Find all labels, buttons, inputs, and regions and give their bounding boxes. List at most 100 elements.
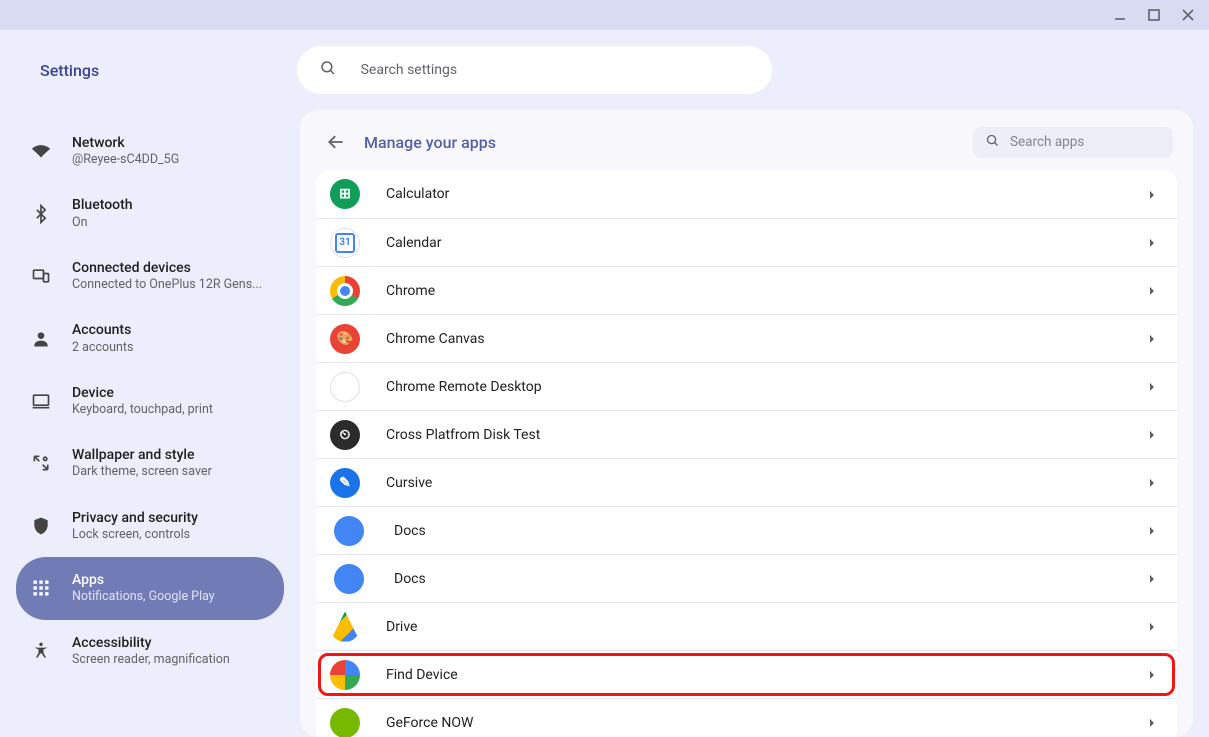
sidebar-item-apps[interactable]: AppsNotifications, Google Play xyxy=(16,557,284,619)
app-row-docs-1[interactable]: Docs xyxy=(316,506,1177,554)
search-settings[interactable] xyxy=(297,46,772,94)
sidebar-item-privacy[interactable]: Privacy and securityLock screen, control… xyxy=(16,495,284,557)
app-icon-docs-2 xyxy=(334,564,364,594)
app-icon-docs-1 xyxy=(334,516,364,546)
app-name-label: GeForce NOW xyxy=(386,715,1121,731)
chevron-right-icon xyxy=(1147,425,1157,444)
app-icon-cross-platform-disk-test: ⏲ xyxy=(330,420,360,450)
sidebar-item-subtitle: Notifications, Google Play xyxy=(72,589,215,605)
sidebar-item-title: Network xyxy=(72,134,179,152)
header: Settings xyxy=(0,30,1209,110)
sidebar-item-subtitle: Lock screen, controls xyxy=(72,527,198,543)
app-name-label: Find Device xyxy=(386,667,1121,683)
chevron-right-icon xyxy=(1147,329,1157,348)
app-name-label: Chrome Canvas xyxy=(386,331,1121,347)
chevron-right-icon xyxy=(1147,281,1157,300)
search-apps-input[interactable] xyxy=(1010,134,1187,150)
apps-list: ⊞ Calculator 31 Calendar Chrome 🎨 Chrome Canva… xyxy=(316,170,1177,737)
app-name-label: Drive xyxy=(386,619,1121,635)
app-name-label: Docs xyxy=(394,523,1121,539)
sidebar-item-subtitle: On xyxy=(72,215,133,231)
app-row-geforce-now[interactable]: GeForce NOW xyxy=(316,698,1177,737)
chevron-right-icon xyxy=(1147,617,1157,636)
search-icon xyxy=(985,133,1000,152)
sidebar: Network@Reyee-sC4DD_5GBluetoothOnConnect… xyxy=(0,110,300,737)
app-row-calculator[interactable]: ⊞ Calculator xyxy=(316,170,1177,218)
sidebar-item-title: Accounts xyxy=(72,321,133,339)
sidebar-item-accessibility[interactable]: AccessibilityScreen reader, magnificatio… xyxy=(16,620,284,682)
app-icon-cursive: ✎ xyxy=(330,468,360,498)
maximize-button[interactable] xyxy=(1145,6,1163,24)
app-icon-chrome xyxy=(330,276,360,306)
sidebar-item-network[interactable]: Network@Reyee-sC4DD_5G xyxy=(16,120,284,182)
app-row-chrome-canvas[interactable]: 🎨 Chrome Canvas xyxy=(316,314,1177,362)
chevron-right-icon xyxy=(1147,665,1157,684)
sidebar-item-subtitle: 2 accounts xyxy=(72,340,133,356)
window-titlebar xyxy=(0,0,1209,30)
minimize-button[interactable] xyxy=(1111,6,1129,24)
sidebar-item-title: Bluetooth xyxy=(72,196,133,214)
sidebar-item-subtitle: Connected to OnePlus 12R Gens... xyxy=(72,277,262,293)
chevron-right-icon xyxy=(1147,713,1157,732)
wallpaper-icon xyxy=(30,452,52,474)
app-row-chrome[interactable]: Chrome xyxy=(316,266,1177,314)
sidebar-item-bluetooth[interactable]: BluetoothOn xyxy=(16,182,284,244)
app-icon-calendar: 31 xyxy=(330,228,360,258)
app-row-calendar[interactable]: 31 Calendar xyxy=(316,218,1177,266)
device-icon xyxy=(30,390,52,412)
sidebar-item-accounts[interactable]: Accounts2 accounts xyxy=(16,307,284,369)
sidebar-item-title: Apps xyxy=(72,571,215,589)
sidebar-item-subtitle: Dark theme, screen saver xyxy=(72,464,212,480)
app-row-chrome-remote-desktop[interactable]: 🖥 Chrome Remote Desktop xyxy=(316,362,1177,410)
sidebar-item-title: Privacy and security xyxy=(72,509,198,527)
app-name-label: Docs xyxy=(394,571,1121,587)
sidebar-item-subtitle: Keyboard, touchpad, print xyxy=(72,402,213,418)
app-title: Settings xyxy=(40,61,99,80)
chevron-right-icon xyxy=(1147,473,1157,492)
app-row-cursive[interactable]: ✎ Cursive xyxy=(316,458,1177,506)
sidebar-item-title: Accessibility xyxy=(72,634,230,652)
sidebar-item-subtitle: @Reyee-sC4DD_5G xyxy=(72,152,179,168)
sidebar-item-title: Wallpaper and style xyxy=(72,446,212,464)
main-panel: Manage your apps ⊞ Calculator 31 Calendar Ch… xyxy=(300,110,1193,737)
sidebar-item-title: Connected devices xyxy=(72,259,262,277)
app-name-label: Chrome xyxy=(386,283,1121,299)
app-icon-chrome-canvas: 🎨 xyxy=(330,324,360,354)
sidebar-item-wallpaper[interactable]: Wallpaper and styleDark theme, screen sa… xyxy=(16,432,284,494)
privacy-icon xyxy=(30,515,52,537)
accessibility-icon xyxy=(30,640,52,662)
chevron-right-icon xyxy=(1147,185,1157,204)
chevron-right-icon xyxy=(1147,569,1157,588)
app-row-docs-2[interactable]: Docs xyxy=(316,554,1177,602)
app-name-label: Calendar xyxy=(386,235,1121,251)
app-row-drive[interactable]: Drive xyxy=(316,602,1177,650)
back-button[interactable] xyxy=(320,126,352,158)
search-apps[interactable] xyxy=(973,127,1173,158)
close-button[interactable] xyxy=(1179,6,1197,24)
app-icon-find-device xyxy=(330,660,360,690)
app-icon-chrome-remote-desktop: 🖥 xyxy=(330,372,360,402)
sidebar-item-subtitle: Screen reader, magnification xyxy=(72,652,230,668)
sidebar-item-title: Device xyxy=(72,384,213,402)
app-icon-geforce-now xyxy=(330,708,360,737)
chevron-right-icon xyxy=(1147,521,1157,540)
app-row-cross-platform-disk-test[interactable]: ⏲ Cross Platfrom Disk Test xyxy=(316,410,1177,458)
chevron-right-icon xyxy=(1147,377,1157,396)
accounts-icon xyxy=(30,328,52,350)
panel-title: Manage your apps xyxy=(364,133,496,152)
search-icon xyxy=(319,59,337,81)
app-icon-calculator: ⊞ xyxy=(330,179,360,209)
bluetooth-icon xyxy=(30,203,52,225)
app-name-label: Cursive xyxy=(386,475,1121,491)
app-name-label: Chrome Remote Desktop xyxy=(386,379,1121,395)
chevron-right-icon xyxy=(1147,233,1157,252)
sidebar-item-device[interactable]: DeviceKeyboard, touchpad, print xyxy=(16,370,284,432)
connected-devices-icon xyxy=(30,265,52,287)
sidebar-item-connected-devices[interactable]: Connected devicesConnected to OnePlus 12… xyxy=(16,245,284,307)
app-name-label: Cross Platfrom Disk Test xyxy=(386,427,1121,443)
search-settings-input[interactable] xyxy=(361,62,750,78)
app-name-label: Calculator xyxy=(386,186,1121,202)
network-icon xyxy=(30,140,52,162)
app-row-find-device[interactable]: Find Device xyxy=(316,650,1177,698)
app-icon-drive xyxy=(330,612,360,642)
